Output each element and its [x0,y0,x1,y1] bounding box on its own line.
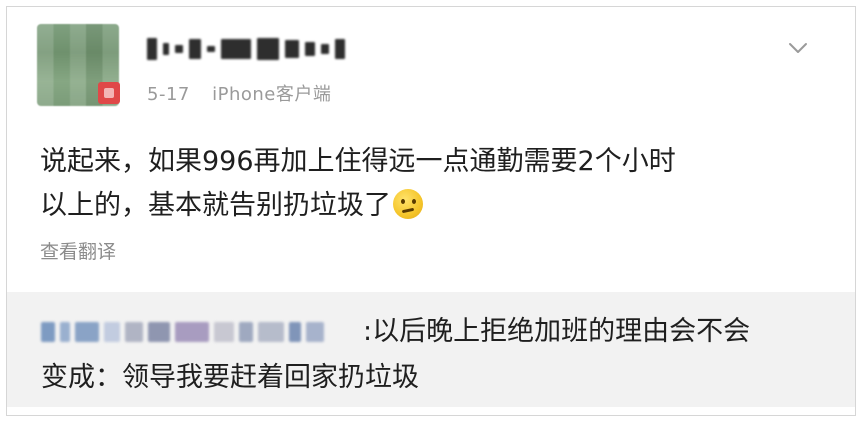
post-client: iPhone客户端 [212,84,332,105]
post-body: 说起来，如果996再加上住得远一点通勤需要2个小时 以上的，基本就告别扔垃圾了 [40,140,740,228]
post-body-line2: 以上的，基本就告别扔垃圾了 [40,190,391,221]
translate-link[interactable]: 查看翻译 [40,237,116,264]
thinking-face-icon [393,189,423,219]
post-meta: 5-17 iPhone客户端 [147,80,331,106]
post-body-line2-row: 以上的，基本就告别扔垃圾了 [40,184,740,228]
comment-line1: :以后晚上拒绝加班的理由会不会 [41,314,841,350]
comment-text-line2: 变成：领导我要赶着回家扔垃圾 [41,362,419,393]
author-name-blurred[interactable] [147,36,419,62]
comment-text-line1: :以后晚上拒绝加班的理由会不会 [363,316,751,347]
chevron-down-icon[interactable] [786,36,810,60]
comment-box: :以后晚上拒绝加班的理由会不会 变成：领导我要赶着回家扔垃圾 [7,292,855,407]
verified-badge-icon [98,82,120,104]
post-body-line1: 说起来，如果996再加上住得远一点通勤需要2个小时 [40,146,676,177]
commenter-name-blurred[interactable] [41,322,363,342]
post-date: 5-17 [147,84,190,105]
